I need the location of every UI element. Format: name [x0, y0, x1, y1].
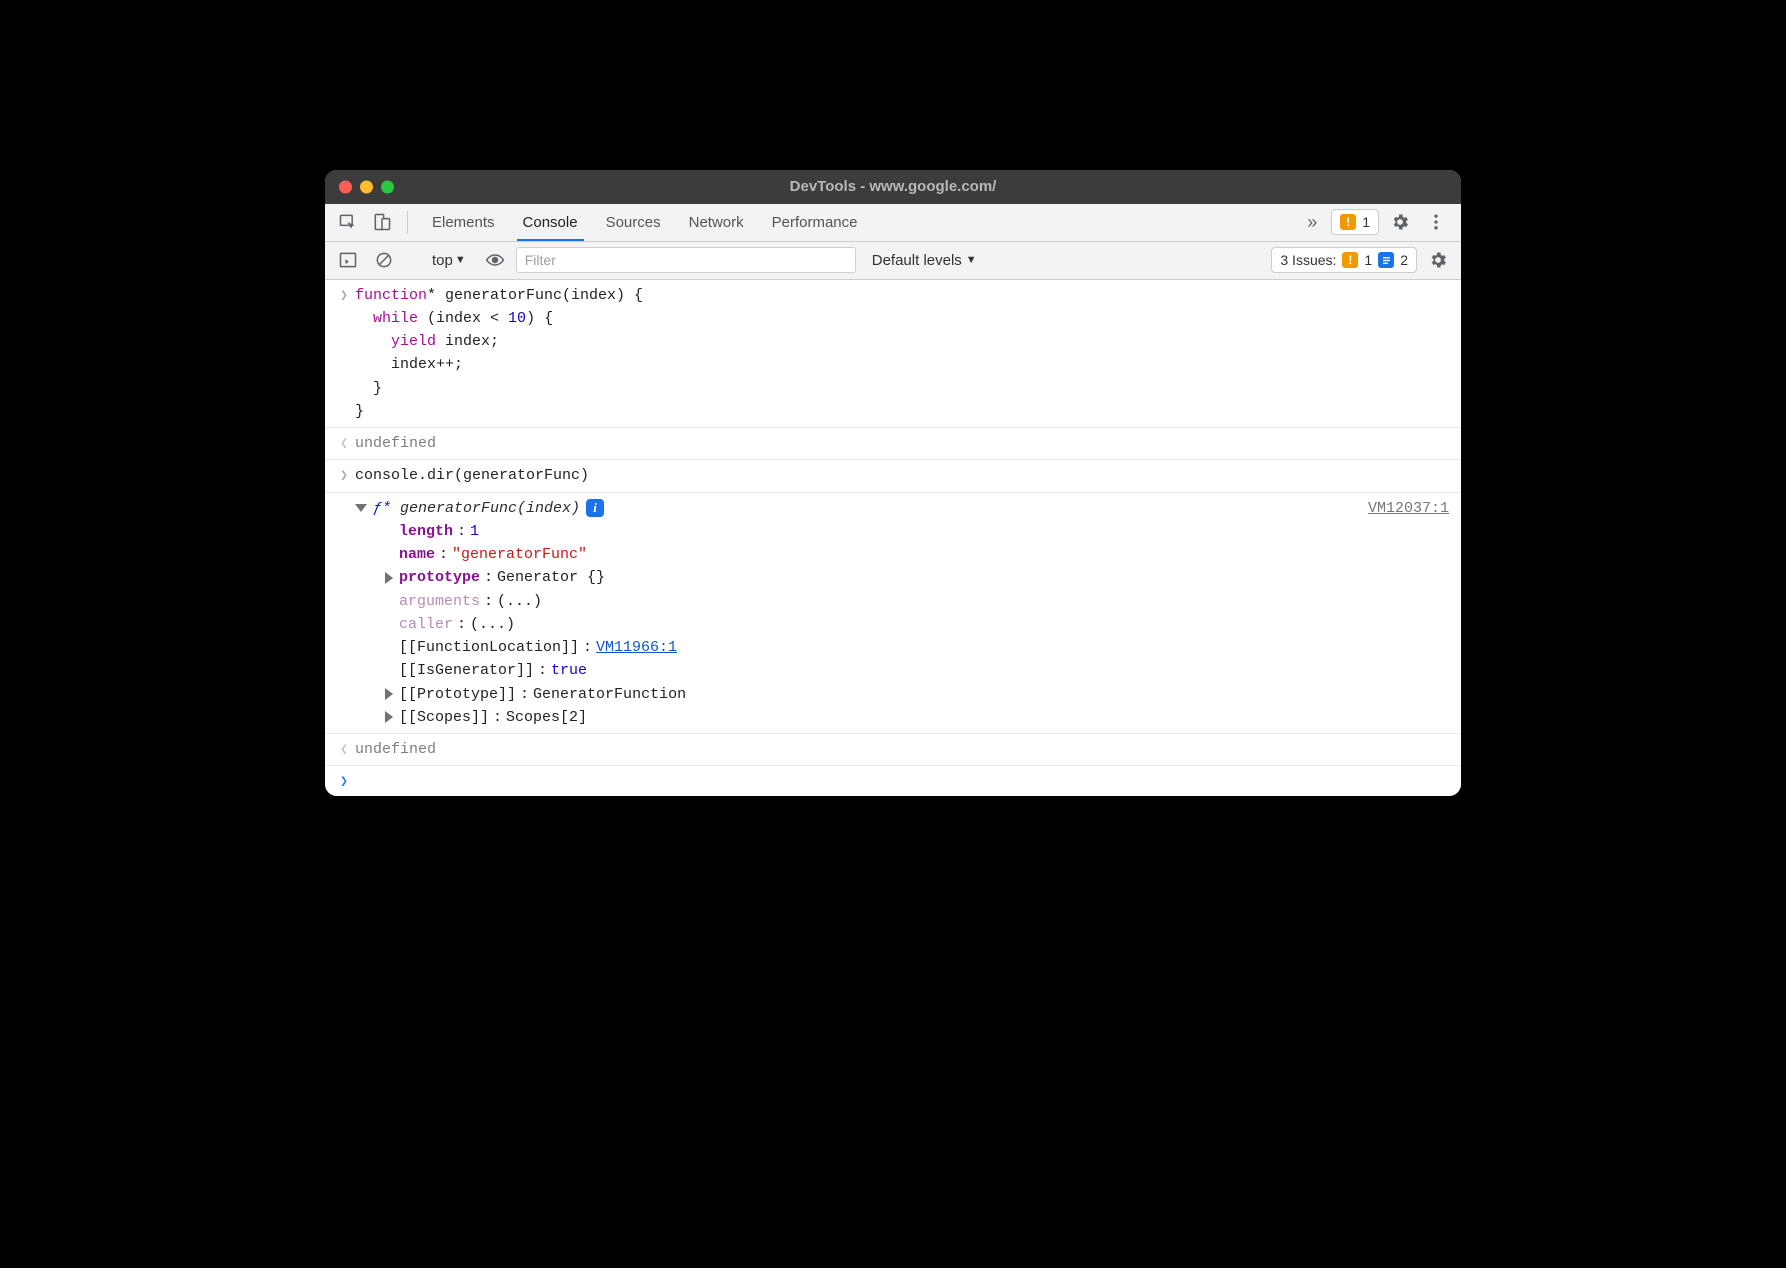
toggle-console-sidebar-icon[interactable]: [333, 250, 363, 270]
object-property[interactable]: length: 1: [355, 520, 1451, 543]
disclosure-triangle-icon[interactable]: [355, 504, 367, 512]
devtools-window: DevTools - www.google.com/ ElementsConso…: [325, 170, 1461, 797]
minimize-window-button[interactable]: [360, 180, 373, 193]
console-dir-row: ƒ* generatorFunc(index) ilength: 1name: …: [325, 493, 1461, 735]
console-input-row: console.dir(generatorFunc): [325, 460, 1461, 492]
info-icon: [1378, 252, 1394, 268]
property-value: Generator {}: [497, 566, 605, 589]
kebab-menu-icon[interactable]: [1421, 212, 1451, 232]
undefined-text: undefined: [355, 435, 436, 452]
context-label: top: [432, 252, 453, 269]
titlebar: DevTools - www.google.com/: [325, 170, 1461, 204]
warning-count: 1: [1362, 214, 1370, 230]
console-output: function* generatorFunc(index) { while (…: [325, 280, 1461, 797]
live-expression-eye-icon[interactable]: [480, 250, 510, 270]
prompt-input[interactable]: [355, 770, 1451, 792]
prompt-chevron-icon: [333, 770, 355, 792]
overflow-tabs-button[interactable]: »: [1297, 204, 1327, 241]
object-property[interactable]: [[IsGenerator]]: true: [355, 659, 1451, 682]
source-link[interactable]: VM12037:1: [1368, 497, 1449, 520]
levels-label: Default levels: [872, 252, 962, 269]
close-window-button[interactable]: [339, 180, 352, 193]
console-output-row: undefined: [325, 428, 1461, 460]
code-text: console.dir(generatorFunc): [355, 464, 1451, 487]
zoom-window-button[interactable]: [381, 180, 394, 193]
property-value: true: [551, 659, 587, 682]
issues-warn-count: 1: [1364, 252, 1372, 268]
filter-input[interactable]: [516, 247, 856, 273]
output-chevron-icon: [333, 432, 355, 455]
property-value: (...): [470, 613, 515, 636]
object-property[interactable]: caller: (...): [355, 613, 1451, 636]
console-input-row: function* generatorFunc(index) { while (…: [325, 280, 1461, 429]
property-key: [[FunctionLocation]]: [399, 636, 579, 659]
object-property[interactable]: [[FunctionLocation]]: VM11966:1: [355, 636, 1451, 659]
input-chevron-icon: [333, 284, 355, 424]
property-value: GeneratorFunction: [533, 683, 686, 706]
property-value: 1: [470, 520, 479, 543]
property-key: [[IsGenerator]]: [399, 659, 534, 682]
console-filter-bar: top ▼ Default levels ▼ 3 Issues: ! 1: [325, 242, 1461, 280]
traffic-lights: [339, 180, 394, 193]
console-warnings-badge[interactable]: ! 1: [1331, 209, 1379, 235]
object-property[interactable]: arguments: (...): [355, 590, 1451, 613]
clear-console-icon[interactable]: [369, 250, 399, 270]
undefined-text: undefined: [355, 741, 436, 758]
console-settings-gear-icon[interactable]: [1423, 250, 1453, 270]
issues-badge[interactable]: 3 Issues: ! 1 2: [1271, 247, 1417, 273]
issues-label: 3 Issues:: [1280, 252, 1336, 268]
object-property[interactable]: [[Scopes]]: Scopes[2]: [355, 706, 1451, 729]
device-toolbar-icon[interactable]: [367, 204, 397, 241]
property-key: [[Scopes]]: [399, 706, 489, 729]
console-prompt-row[interactable]: [325, 766, 1461, 796]
tab-performance[interactable]: Performance: [758, 204, 872, 241]
object-property[interactable]: name: "generatorFunc": [355, 543, 1451, 566]
tab-elements[interactable]: Elements: [418, 204, 509, 241]
chevron-down-icon: ▼: [966, 254, 977, 266]
window-title: DevTools - www.google.com/: [325, 178, 1461, 195]
tab-sources[interactable]: Sources: [592, 204, 675, 241]
property-value: Scopes[2]: [506, 706, 587, 729]
execution-context-selector[interactable]: top ▼: [424, 252, 474, 269]
property-value[interactable]: VM11966:1: [596, 636, 677, 659]
disclosure-triangle-icon[interactable]: [385, 711, 393, 723]
warning-icon: !: [1342, 252, 1358, 268]
log-levels-selector[interactable]: Default levels ▼: [862, 252, 987, 269]
settings-gear-icon[interactable]: [1385, 212, 1415, 232]
chevron-down-icon: ▼: [455, 254, 466, 266]
object-property[interactable]: [[Prototype]]: GeneratorFunction: [355, 683, 1451, 706]
tab-console[interactable]: Console: [509, 204, 592, 241]
console-output-row: undefined: [325, 734, 1461, 766]
property-key: prototype: [399, 566, 480, 589]
property-key: length: [399, 520, 453, 543]
tab-network[interactable]: Network: [675, 204, 758, 241]
property-key: caller: [399, 613, 453, 636]
disclosure-triangle-icon[interactable]: [385, 572, 393, 584]
property-key: [[Prototype]]: [399, 683, 516, 706]
property-value: "generatorFunc": [452, 543, 587, 566]
property-value: (...): [497, 590, 542, 613]
output-chevron-icon: [333, 738, 355, 761]
issues-info-count: 2: [1400, 252, 1408, 268]
toolbar-right-group: ! 1: [1331, 204, 1453, 241]
input-chevron-icon: [333, 464, 355, 487]
tab-strip: ElementsConsoleSourcesNetworkPerformance…: [325, 204, 1461, 242]
inspect-element-icon[interactable]: [333, 204, 363, 241]
panel-tabs: ElementsConsoleSourcesNetworkPerformance: [418, 204, 1293, 241]
disclosure-triangle-icon[interactable]: [385, 688, 393, 700]
info-badge-icon[interactable]: i: [586, 499, 604, 517]
object-property[interactable]: prototype: Generator {}: [355, 566, 1451, 589]
gutter-spacer: [333, 497, 355, 730]
warning-icon: !: [1340, 214, 1356, 230]
code-text: function* generatorFunc(index) { while (…: [355, 284, 1451, 424]
object-header[interactable]: ƒ* generatorFunc(index) i: [355, 497, 1451, 520]
property-key: arguments: [399, 590, 480, 613]
property-key: name: [399, 543, 435, 566]
divider: [407, 211, 408, 234]
